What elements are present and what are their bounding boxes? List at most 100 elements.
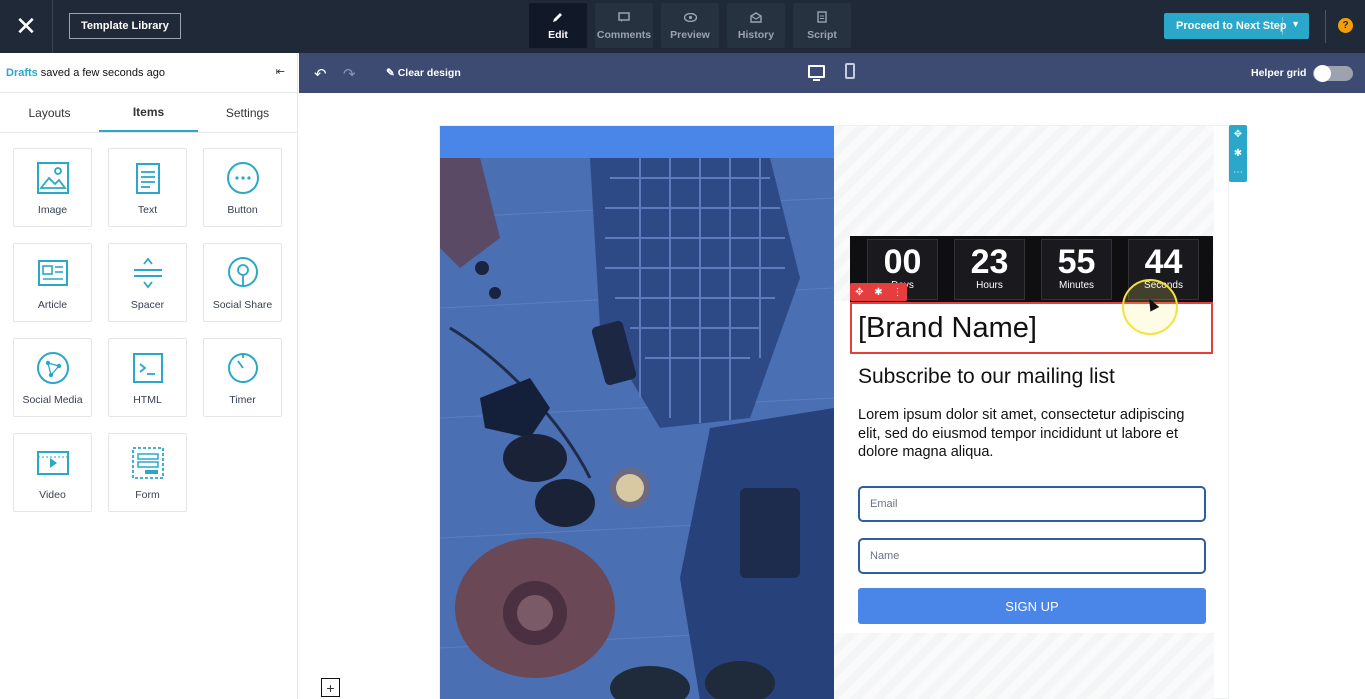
item-label: Spacer — [130, 299, 165, 311]
article-icon — [37, 260, 68, 286]
item-label: Social Media — [22, 394, 83, 406]
drafts-link[interactable]: Drafts — [6, 67, 38, 79]
item-spacer[interactable]: Spacer — [108, 243, 187, 322]
tab-edit[interactable]: Edit — [529, 3, 587, 48]
tab-history[interactable]: History — [727, 3, 785, 48]
timer-icon — [227, 353, 258, 383]
email-template[interactable]: 00 Days 23 Hours 55 Minutes 44 Seconds [… — [439, 125, 1229, 699]
desktop-view-icon[interactable] — [808, 65, 825, 81]
template-library-button[interactable]: Template Library — [69, 13, 181, 39]
item-text[interactable]: Text — [108, 148, 187, 227]
item-label: Timer — [229, 394, 256, 406]
tab-preview[interactable]: Preview — [661, 3, 719, 48]
tab-label: Script — [807, 29, 837, 41]
subscribe-heading[interactable]: Subscribe to our mailing list — [858, 365, 1115, 389]
item-label: Text — [137, 204, 158, 216]
button-icon — [226, 162, 259, 194]
minutes-value: 55 — [1057, 243, 1096, 281]
more-icon[interactable]: ⋮ — [888, 283, 907, 301]
hero-image[interactable] — [440, 158, 834, 699]
comment-icon — [617, 10, 631, 24]
history-icon — [749, 10, 763, 24]
item-social-share[interactable]: Social Share — [203, 243, 282, 322]
item-html[interactable]: HTML — [108, 338, 187, 417]
name-field[interactable]: Name — [858, 538, 1206, 574]
sign-up-button[interactable]: SIGN UP — [858, 588, 1206, 624]
draft-status: Drafts saved a few seconds ago ⇤ — [0, 53, 297, 93]
element-controls: ✥ ✱ ⋮ — [850, 283, 907, 301]
tab-layouts[interactable]: Layouts — [0, 93, 99, 132]
item-label: Article — [37, 299, 68, 311]
seconds-value: 44 — [1144, 243, 1183, 281]
gear-icon[interactable]: ✱ — [869, 283, 888, 301]
add-row-icon[interactable]: + — [321, 678, 340, 697]
proceed-next-step-button[interactable]: Proceed to Next Step ▼ — [1164, 13, 1309, 39]
tab-comments[interactable]: Comments — [595, 3, 653, 48]
mobile-view-icon[interactable] — [845, 63, 855, 79]
hours-value: 23 — [970, 243, 1009, 281]
chevron-down-icon[interactable]: ▼ — [1291, 19, 1300, 29]
gear-icon[interactable]: ✱ — [1234, 148, 1242, 159]
help-icon[interactable]: ? — [1338, 18, 1353, 33]
clear-design-button[interactable]: ✎ Clear design — [386, 67, 461, 79]
script-icon — [815, 10, 829, 24]
top-bar: ✕ Template Library Edit Comments Preview… — [0, 0, 1365, 53]
form-icon — [131, 447, 164, 479]
button-divider — [1282, 17, 1283, 35]
panel-tabs: Layouts Items Settings — [0, 93, 297, 133]
countdown-hours: 23 Hours — [954, 239, 1025, 300]
image-icon — [36, 162, 69, 194]
undo-icon[interactable]: ↶ — [314, 65, 327, 83]
body-text[interactable]: Lorem ipsum dolor sit amet, consectetur … — [858, 406, 1208, 462]
saved-status: saved a few seconds ago — [40, 66, 165, 79]
editor-tabs: Edit Comments Preview History Script — [529, 3, 851, 48]
hours-label: Hours — [976, 280, 1003, 291]
tab-label: Comments — [596, 29, 652, 41]
helper-grid-toggle[interactable] — [1313, 65, 1353, 82]
item-label: Social Share — [212, 299, 273, 311]
items-grid: Image Text Button Article Spacer Social … — [13, 148, 282, 512]
item-timer[interactable]: Timer — [203, 338, 282, 417]
countdown-minutes: 55 Minutes — [1041, 239, 1112, 300]
minutes-label: Minutes — [1058, 280, 1094, 291]
design-canvas: 00 Days 23 Hours 55 Minutes 44 Seconds [… — [299, 93, 1365, 699]
email-field[interactable]: Email — [858, 486, 1206, 522]
collapse-panel-icon[interactable]: ⇤ — [276, 65, 285, 78]
clear-design-label: Clear design — [397, 67, 461, 79]
row-controls: ✥ ✱ ⋯ — [1229, 125, 1247, 182]
social-media-icon — [36, 352, 69, 384]
html-icon — [132, 353, 163, 383]
pencil-icon — [551, 10, 565, 24]
text-icon — [135, 163, 160, 194]
item-form[interactable]: Form — [108, 433, 187, 512]
left-panel: Drafts saved a few seconds ago ⇤ Layouts… — [0, 53, 298, 699]
item-label: HTML — [133, 394, 162, 406]
move-icon[interactable]: ✥ — [850, 283, 869, 301]
divider — [1325, 10, 1326, 43]
days-value: 00 — [883, 243, 922, 281]
item-label: Image — [37, 204, 68, 216]
tab-script[interactable]: Script — [793, 3, 851, 48]
tab-settings[interactable]: Settings — [198, 93, 297, 132]
header-strip — [440, 126, 834, 158]
tab-label: Preview — [670, 29, 710, 41]
item-article[interactable]: Article — [13, 243, 92, 322]
close-icon[interactable]: ✕ — [0, 0, 53, 53]
item-social-media[interactable]: Social Media — [13, 338, 92, 417]
item-image[interactable]: Image — [13, 148, 92, 227]
tab-items[interactable]: Items — [99, 93, 198, 132]
item-label: Form — [135, 489, 160, 501]
video-icon — [36, 451, 69, 475]
editor-toolbar: ↶ ↷ ✎ Clear design Helper grid — [299, 53, 1365, 93]
more-icon[interactable]: ⋯ — [1233, 167, 1243, 178]
tab-label: Edit — [548, 29, 568, 41]
item-video[interactable]: Video — [13, 433, 92, 512]
item-button[interactable]: Button — [203, 148, 282, 227]
flatlay-photo — [440, 158, 834, 699]
eye-icon — [683, 10, 697, 24]
helper-grid-label: Helper grid — [1251, 67, 1307, 79]
item-label: Button — [227, 204, 258, 216]
redo-icon[interactable]: ↷ — [343, 65, 356, 83]
proceed-label: Proceed to Next Step — [1176, 20, 1287, 32]
move-icon[interactable]: ✥ — [1234, 129, 1242, 140]
